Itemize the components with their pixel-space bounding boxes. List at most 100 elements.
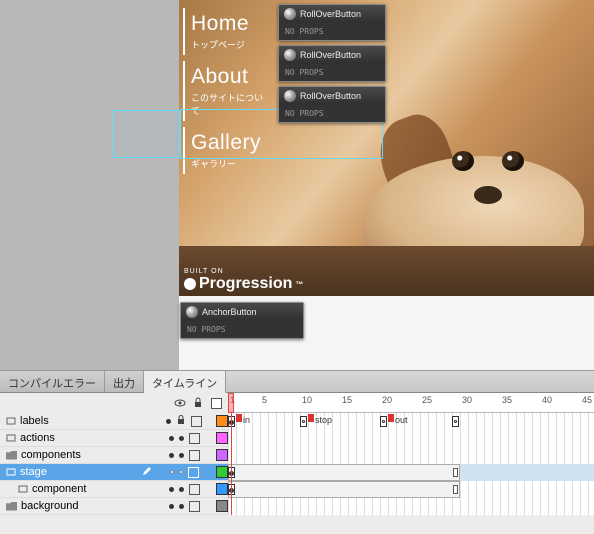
ruler-mark: 35 bbox=[502, 395, 512, 405]
timeline-layers: labels in stop out actions bbox=[0, 413, 594, 515]
layer-color-swatch[interactable] bbox=[216, 500, 228, 512]
layer-type-icon bbox=[6, 416, 16, 426]
visibility-toggle[interactable] bbox=[166, 419, 171, 424]
lock-toggle[interactable] bbox=[179, 470, 183, 474]
component-box-rollover-3[interactable]: RollOverButton NO PROPS bbox=[278, 86, 386, 123]
visibility-toggle[interactable] bbox=[170, 470, 174, 474]
layer-track[interactable] bbox=[228, 464, 594, 481]
layer-track[interactable] bbox=[228, 498, 594, 515]
lock-toggle[interactable] bbox=[176, 415, 186, 428]
playhead[interactable] bbox=[228, 393, 234, 413]
ruler-mark: 25 bbox=[422, 395, 432, 405]
outline-header-icon[interactable] bbox=[210, 397, 222, 409]
layer-name: components bbox=[21, 449, 81, 461]
outline-toggle[interactable] bbox=[189, 450, 200, 461]
outline-toggle[interactable] bbox=[189, 501, 200, 512]
no-props-label: NO PROPS bbox=[279, 23, 385, 40]
visibility-toggle[interactable] bbox=[169, 504, 174, 509]
logo-name: Progression bbox=[184, 275, 303, 293]
layer-track[interactable]: in stop out bbox=[228, 413, 594, 430]
frame-label-in: in bbox=[243, 415, 250, 425]
lock-toggle[interactable] bbox=[179, 436, 184, 441]
component-box-rollover-2[interactable]: RollOverButton NO PROPS bbox=[278, 45, 386, 82]
pencil-icon bbox=[142, 466, 152, 479]
layer-header-icons bbox=[0, 397, 228, 409]
layer-type-icon bbox=[6, 467, 16, 477]
playhead-line bbox=[231, 413, 232, 430]
layer-name: background bbox=[21, 500, 79, 512]
layer-row-components[interactable]: components bbox=[0, 447, 594, 464]
nav-title: About bbox=[191, 65, 267, 89]
selection-box-left[interactable] bbox=[112, 110, 180, 158]
layer-name: component bbox=[32, 483, 86, 495]
layer-row-component[interactable]: component bbox=[0, 481, 594, 498]
nav-item-home[interactable]: Home トップページ bbox=[183, 8, 273, 55]
folder-icon bbox=[6, 502, 17, 511]
visibility-toggle[interactable] bbox=[169, 436, 174, 441]
layer-row-stage[interactable]: stage bbox=[0, 464, 594, 481]
timeline-header: 1 5 10 15 20 25 30 35 40 45 bbox=[0, 393, 594, 413]
layer-row-background[interactable]: background bbox=[0, 498, 594, 515]
ruler-mark: 40 bbox=[542, 395, 552, 405]
component-box-anchor[interactable]: AnchorButton NO PROPS bbox=[180, 302, 304, 339]
visibility-toggle[interactable] bbox=[169, 487, 174, 492]
frame-label-stop: stop bbox=[315, 415, 332, 425]
component-icon bbox=[284, 8, 296, 20]
logo-built-on: BUILT ON bbox=[184, 268, 303, 275]
ruler-mark: 15 bbox=[342, 395, 352, 405]
layer-row-labels[interactable]: labels in stop out bbox=[0, 413, 594, 430]
outline-toggle[interactable] bbox=[191, 416, 202, 427]
lock-toggle[interactable] bbox=[179, 504, 184, 509]
visibility-header-icon[interactable] bbox=[174, 397, 186, 409]
layer-color-swatch[interactable] bbox=[216, 449, 228, 461]
component-title: AnchorButton bbox=[202, 307, 257, 317]
ruler-mark: 45 bbox=[582, 395, 592, 405]
layer-color-swatch[interactable] bbox=[216, 466, 228, 478]
outline-toggle[interactable] bbox=[188, 467, 199, 478]
layer-track[interactable] bbox=[228, 430, 594, 447]
layer-color-swatch[interactable] bbox=[216, 415, 228, 427]
component-box-rollover-1[interactable]: RollOverButton NO PROPS bbox=[278, 4, 386, 41]
layer-color-swatch[interactable] bbox=[216, 483, 228, 495]
ruler-mark: 10 bbox=[302, 395, 312, 405]
lock-toggle[interactable] bbox=[179, 453, 184, 458]
panel-tabs: コンパイルエラー 出力 タイムライン bbox=[0, 371, 594, 393]
no-props-label: NO PROPS bbox=[279, 64, 385, 81]
nav-title: Home bbox=[191, 12, 267, 36]
component-icon bbox=[186, 306, 198, 318]
layer-track[interactable] bbox=[228, 447, 594, 464]
component-title: RollOverButton bbox=[300, 50, 361, 60]
frame-ruler[interactable]: 1 5 10 15 20 25 30 35 40 45 bbox=[228, 393, 594, 413]
component-title: RollOverButton bbox=[300, 9, 361, 19]
stage-offscreen bbox=[0, 0, 179, 370]
tab-timeline[interactable]: タイムライン bbox=[144, 371, 226, 393]
outline-toggle[interactable] bbox=[189, 433, 200, 444]
visibility-toggle[interactable] bbox=[169, 453, 174, 458]
outline-toggle[interactable] bbox=[189, 484, 200, 495]
progression-logo: BUILT ON Progression bbox=[184, 268, 303, 293]
no-props-label: NO PROPS bbox=[279, 105, 385, 122]
frame-label-flag-icon bbox=[236, 414, 242, 422]
layer-name: labels bbox=[20, 415, 49, 427]
layer-type-icon bbox=[6, 433, 16, 443]
ruler-mark: 20 bbox=[382, 395, 392, 405]
component-icon bbox=[284, 49, 296, 61]
layer-name: stage bbox=[20, 466, 47, 478]
lock-toggle[interactable] bbox=[179, 487, 184, 492]
no-props-label: NO PROPS bbox=[181, 321, 303, 338]
lock-header-icon[interactable] bbox=[192, 397, 204, 409]
component-icon bbox=[284, 90, 296, 102]
component-inspectors: RollOverButton NO PROPS RollOverButton N… bbox=[278, 4, 386, 127]
tab-output[interactable]: 出力 bbox=[105, 371, 144, 392]
layer-color-swatch[interactable] bbox=[216, 432, 228, 444]
ruler-mark: 5 bbox=[262, 395, 267, 405]
layer-track[interactable] bbox=[228, 481, 594, 498]
layer-row-actions[interactable]: actions bbox=[0, 430, 594, 447]
tab-compile-errors[interactable]: コンパイルエラー bbox=[0, 371, 105, 392]
frame-label-flag-icon bbox=[388, 414, 394, 422]
nav-subtitle: トップページ bbox=[191, 38, 267, 51]
component-title: RollOverButton bbox=[300, 91, 361, 101]
layer-name: actions bbox=[20, 432, 55, 444]
ruler-mark: 30 bbox=[462, 395, 472, 405]
frame-label-flag-icon bbox=[308, 414, 314, 422]
